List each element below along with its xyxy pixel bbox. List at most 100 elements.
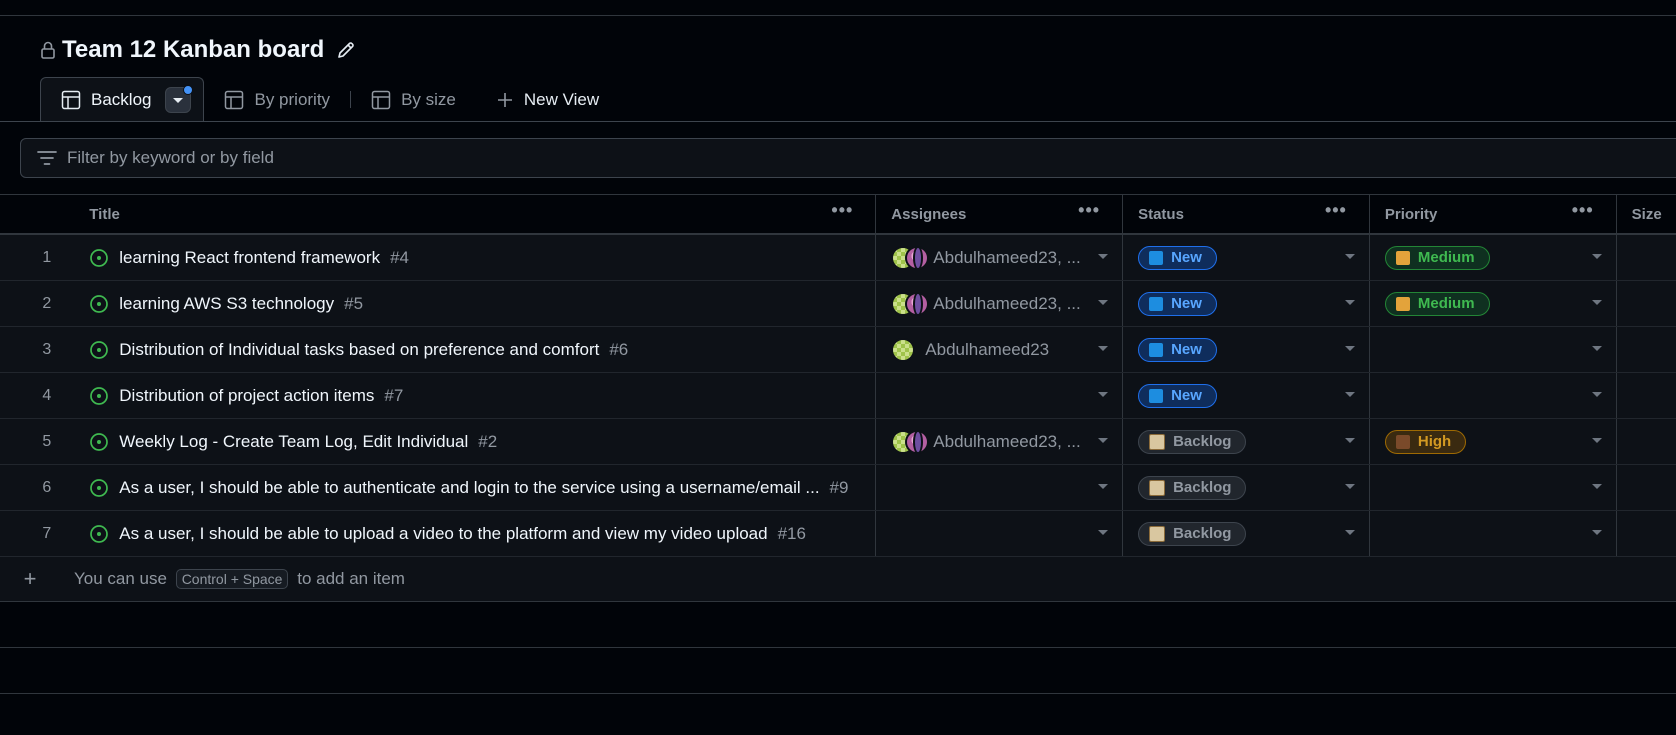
chevron-down-icon[interactable]	[1098, 484, 1109, 489]
issue-title[interactable]: Distribution of Individual tasks based o…	[119, 340, 599, 360]
table-row[interactable]: 5 Weekly Log - Create Team Log, Edit Indi…	[0, 419, 1676, 465]
chevron-down-icon[interactable]	[1591, 254, 1602, 259]
issue-title[interactable]: As a user, I should be able to authentic…	[119, 478, 819, 498]
table-row[interactable]: 4 Distribution of project action items #7 N…	[0, 373, 1676, 419]
tab-by-priority[interactable]: By priority	[204, 77, 350, 122]
column-header-status[interactable]: Status •••	[1123, 195, 1370, 233]
issue-number[interactable]: #16	[778, 524, 806, 544]
new-view-button[interactable]: New View	[476, 77, 619, 122]
title-cell[interactable]: learning React frontend framework #4	[77, 235, 877, 280]
chevron-down-icon[interactable]	[1098, 392, 1109, 397]
priority-cell[interactable]: High	[1370, 419, 1617, 464]
issue-number[interactable]: #9	[830, 478, 849, 498]
status-cell[interactable]: New	[1123, 281, 1370, 326]
assignees-cell[interactable]	[876, 511, 1124, 556]
add-item-row[interactable]: + You can use Control + Space to add an …	[0, 557, 1676, 602]
priority-cell[interactable]	[1370, 327, 1617, 372]
issue-number[interactable]: #6	[609, 340, 628, 360]
chevron-down-icon[interactable]	[1591, 530, 1602, 535]
issue-title[interactable]: Distribution of project action items	[119, 386, 374, 406]
chevron-down-icon[interactable]	[1344, 530, 1355, 535]
issue-number[interactable]: #7	[384, 386, 403, 406]
assignees-cell[interactable]: Abdulhameed23, ...	[876, 281, 1124, 326]
status-emoji-icon	[1149, 479, 1166, 496]
column-options-icon[interactable]: •••	[1325, 201, 1347, 219]
column-header-title[interactable]: Title •••	[77, 195, 877, 233]
table-row[interactable]: 1 learning React frontend framework #4 Abdu…	[0, 235, 1676, 281]
column-options-icon[interactable]: •••	[1078, 201, 1100, 219]
title-cell[interactable]: Distribution of Individual tasks based o…	[77, 327, 877, 372]
column-header-size[interactable]: Size	[1617, 195, 1676, 233]
table-row[interactable]: 3 Distribution of Individual tasks based …	[0, 327, 1676, 373]
status-cell[interactable]: Backlog	[1123, 511, 1370, 556]
priority-cell[interactable]	[1370, 373, 1617, 418]
assignees-cell[interactable]: Abdulhameed23, ...	[876, 235, 1124, 280]
size-cell[interactable]	[1617, 327, 1676, 372]
column-size-label: Size	[1631, 205, 1662, 223]
chevron-down-icon[interactable]	[1344, 438, 1355, 443]
status-cell[interactable]: New	[1123, 327, 1370, 372]
filter-input[interactable]: Filter by keyword or by field	[20, 138, 1676, 178]
chevron-down-icon[interactable]	[1591, 346, 1602, 351]
size-cell[interactable]	[1617, 235, 1676, 280]
size-cell[interactable]	[1617, 419, 1676, 464]
title-cell[interactable]: learning AWS S3 technology #5	[77, 281, 877, 326]
size-cell[interactable]	[1617, 373, 1676, 418]
assignees-cell[interactable]: Abdulhameed23	[876, 327, 1124, 372]
priority-cell[interactable]: Medium	[1370, 281, 1617, 326]
chevron-down-icon[interactable]	[1591, 484, 1602, 489]
priority-cell[interactable]	[1370, 511, 1617, 556]
issue-title[interactable]: learning AWS S3 technology	[119, 294, 334, 314]
view-options-button[interactable]	[165, 85, 194, 113]
status-cell[interactable]: Backlog	[1123, 419, 1370, 464]
title-cell[interactable]: Weekly Log - Create Team Log, Edit Indiv…	[77, 419, 877, 464]
issue-title[interactable]: learning React frontend framework	[119, 248, 380, 268]
chevron-down-icon[interactable]	[1591, 392, 1602, 397]
chevron-down-icon[interactable]	[1344, 484, 1355, 489]
column-options-icon[interactable]: •••	[831, 201, 853, 219]
issue-title[interactable]: As a user, I should be able to upload a …	[119, 524, 767, 544]
tab-by-size[interactable]: By size	[351, 77, 476, 122]
status-cell[interactable]: Backlog	[1123, 465, 1370, 510]
chevron-down-icon[interactable]	[1098, 300, 1109, 305]
title-cell[interactable]: As a user, I should be able to upload a …	[77, 511, 877, 556]
row-number: 7	[42, 524, 52, 542]
issue-number[interactable]: #5	[344, 294, 363, 314]
size-cell[interactable]	[1617, 281, 1676, 326]
chevron-down-icon[interactable]	[1344, 254, 1355, 259]
issue-title[interactable]: Weekly Log - Create Team Log, Edit Indiv…	[119, 432, 468, 452]
column-options-icon[interactable]: •••	[1572, 201, 1594, 219]
new-view-label: New View	[523, 89, 600, 109]
chevron-down-icon[interactable]	[1591, 438, 1602, 443]
size-cell[interactable]	[1617, 511, 1676, 556]
chevron-down-icon[interactable]	[1344, 300, 1355, 305]
plus-icon[interactable]: +	[0, 566, 60, 592]
table-row[interactable]: 7 As a user, I should be able to upload a…	[0, 511, 1676, 557]
assignees-cell[interactable]: Abdulhameed23, ...	[876, 419, 1124, 464]
chevron-down-icon[interactable]	[1098, 254, 1109, 259]
tab-backlog[interactable]: Backlog	[40, 77, 205, 122]
chevron-down-icon[interactable]	[1344, 346, 1355, 351]
priority-cell[interactable]	[1370, 465, 1617, 510]
status-cell[interactable]: New	[1123, 373, 1370, 418]
size-cell[interactable]	[1617, 465, 1676, 510]
priority-cell[interactable]: Medium	[1370, 235, 1617, 280]
assignees-cell[interactable]	[876, 373, 1124, 418]
chevron-down-icon[interactable]	[1098, 346, 1109, 351]
chevron-down-icon[interactable]	[1098, 530, 1109, 535]
chevron-down-icon[interactable]	[1591, 300, 1602, 305]
title-cell[interactable]: Distribution of project action items #7	[77, 373, 877, 418]
avatar	[891, 337, 916, 362]
chevron-down-icon[interactable]	[1098, 438, 1109, 443]
chevron-down-icon[interactable]	[1344, 392, 1355, 397]
issue-number[interactable]: #4	[390, 248, 409, 268]
column-header-priority[interactable]: Priority •••	[1370, 195, 1617, 233]
issue-number[interactable]: #2	[478, 432, 497, 452]
table-row[interactable]: 2 learning AWS S3 technology #5 Abdulhameed…	[0, 281, 1676, 327]
status-cell[interactable]: New	[1123, 235, 1370, 280]
table-row[interactable]: 6 As a user, I should be able to authenti…	[0, 465, 1676, 511]
title-cell[interactable]: As a user, I should be able to authentic…	[77, 465, 877, 510]
pencil-icon[interactable]	[336, 40, 356, 60]
column-header-assignees[interactable]: Assignees •••	[876, 195, 1124, 233]
assignees-cell[interactable]	[876, 465, 1124, 510]
